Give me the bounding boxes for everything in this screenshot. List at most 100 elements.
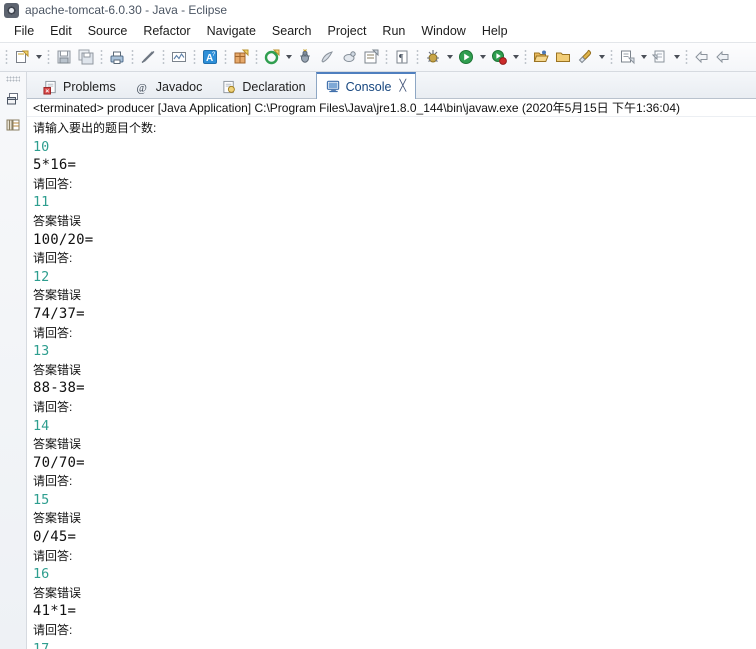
paintbrush-icon [578,49,592,64]
console-line: 答案错误 [33,437,82,452]
new-wizard-button[interactable] [11,46,33,68]
toolbar-grip[interactable] [223,48,228,66]
console-line: 答案错误 [33,288,82,303]
console-line: 15 [33,491,50,508]
new-annotation-icon [621,50,635,65]
console-line: 请回答: [33,623,73,638]
external-tools-button[interactable] [261,46,283,68]
console-line: 16 [33,566,50,583]
package-explorer-fastview[interactable] [2,114,24,136]
close-icon[interactable]: ╳ [399,81,406,92]
back-button[interactable] [691,46,713,68]
console-line: 答案错误 [33,585,82,600]
run-button[interactable] [455,46,477,68]
menu-item-project[interactable]: Project [320,22,375,40]
package-new-icon [234,49,249,64]
open-resource-button[interactable] [552,46,574,68]
tab-javadoc[interactable]: @ Javadoc [126,74,213,99]
new-class-button[interactable] [574,46,596,68]
search-a-icon: A? [203,50,217,64]
console-output[interactable]: 请输入要出的题目个数: 10 5*16= 请回答: 11 答案错误 100/20= 请回答: 1… [27,117,756,649]
run-as-server-dropdown-arrow[interactable] [510,46,521,68]
save-all-button[interactable] [75,46,97,68]
console-line: 88-38= [33,380,85,397]
debug-launch-dropdown-arrow[interactable] [444,46,455,68]
menu-item-edit[interactable]: Edit [42,22,80,40]
print-button[interactable] [106,46,128,68]
toolbar-grip[interactable] [254,48,259,66]
new-interface-button[interactable] [649,46,671,68]
search-button[interactable]: A? [199,46,221,68]
folder-open-icon [533,50,549,62]
toolbar-grip[interactable] [161,48,166,66]
toolbar-grip[interactable] [99,48,104,66]
new-interface-dropdown-arrow[interactable] [671,46,682,68]
console-line: 答案错误 [33,511,82,526]
toggle-mark-occurrences-button[interactable] [137,46,159,68]
menu-item-window[interactable]: Window [413,22,473,40]
toolbar-grip[interactable] [130,48,135,66]
console-line: 请回答: [33,548,73,563]
console-view: 请输入要出的题目个数: 10 5*16= 请回答: 11 答案错误 100/20= 请回答: 1… [27,117,756,649]
tab-label: Console [345,79,392,94]
open-folder-button[interactable] [530,46,552,68]
run-as-server-button[interactable] [488,46,510,68]
window-title: apache-tomcat-6.0.30 - Java - Eclipse [25,3,228,17]
tab-declaration[interactable]: Declaration [212,74,315,99]
open-type-button[interactable] [168,46,190,68]
new-java-package-button[interactable] [230,46,252,68]
javadoc-at-icon: @ [136,82,146,94]
toolbar-grip[interactable] [523,48,528,66]
eclipse-icon [4,2,19,18]
console-line: 请回答: [33,399,73,414]
save-button[interactable] [53,46,75,68]
restore-window-icon [7,93,18,105]
format-button[interactable]: ¶ [391,46,413,68]
tab-problems[interactable]: × Problems [33,74,126,99]
menu-item-source[interactable]: Source [80,22,136,40]
toolbar-grip[interactable] [415,48,420,66]
toolbar-grip[interactable] [609,48,614,66]
menu-item-help[interactable]: Help [474,22,516,40]
console-line: 请回答: [33,474,73,489]
svg-text:@: @ [136,82,146,94]
new-annotation-button[interactable] [616,46,638,68]
menu-item-navigate[interactable]: Navigate [199,22,264,40]
menu-item-file[interactable]: File [6,22,42,40]
save-icon [57,50,71,64]
new-class-dropdown-arrow[interactable] [596,46,607,68]
menu-item-refactor[interactable]: Refactor [135,22,198,40]
menu-item-run[interactable]: Run [374,22,413,40]
arrow-back-white-icon [695,50,708,64]
console-line: 14 [33,417,50,434]
console-line: 41*1= [33,603,77,620]
run-dropdown-arrow[interactable] [477,46,488,68]
console-line: 12 [33,268,50,285]
tab-label: Problems [63,80,116,94]
menu-item-search[interactable]: Search [264,22,320,40]
tab-console[interactable]: Console ╳ [315,72,417,99]
build-button[interactable] [360,46,382,68]
fast-view-grip[interactable] [6,76,20,82]
chevron-down-icon [673,55,680,59]
debug-button[interactable] [294,46,316,68]
toolbar-grip[interactable] [4,48,9,66]
build-icon [364,49,379,64]
restore-view-button[interactable] [2,88,24,110]
chevron-down-icon [512,55,519,59]
problems-icon: × [43,80,56,94]
profile-button[interactable] [316,46,338,68]
new-wizard-dropdown-arrow[interactable] [33,46,44,68]
coverage-button[interactable] [338,46,360,68]
pencil-strike-icon [141,51,155,64]
toolbar-grip[interactable] [384,48,389,66]
forward-button[interactable] [713,46,735,68]
console-icon [326,80,339,93]
debug-launch-button[interactable] [422,46,444,68]
new-annotation-dropdown-arrow[interactable] [638,46,649,68]
external-tools-dropdown-arrow[interactable] [283,46,294,68]
toolbar-grip[interactable] [46,48,51,66]
toolbar-grip[interactable] [684,48,689,66]
coverage-icon [343,51,356,62]
toolbar-grip[interactable] [192,48,197,66]
